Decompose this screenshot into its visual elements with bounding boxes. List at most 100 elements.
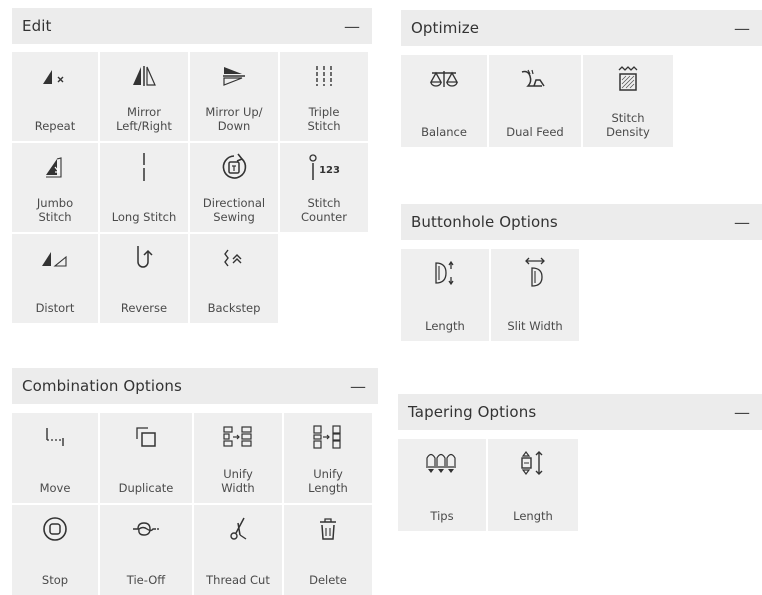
mirror-up-down-icon <box>223 67 245 86</box>
long-stitch-icon <box>143 153 145 181</box>
optimize-panel: Optimize — Balance Dual Feed Stitch Dens… <box>401 10 762 147</box>
stitch-counter-button[interactable]: 123 Stitch Counter <box>280 143 368 232</box>
tapering-collapse-button[interactable]: — <box>732 403 752 422</box>
tapering-length-button[interactable]: Length <box>488 439 578 531</box>
long-stitch-label: Long Stitch <box>111 210 177 224</box>
duplicate-button[interactable]: Duplicate <box>100 413 192 503</box>
repeat-label: Repeat <box>34 119 76 133</box>
distort-button[interactable]: Distort <box>12 234 98 323</box>
optimize-panel-title: Optimize <box>411 19 480 37</box>
repeat-button[interactable]: Repeat <box>12 52 98 141</box>
unify-width-label: Unify Width <box>221 467 255 495</box>
slit-width-button[interactable]: Slit Width <box>491 249 579 341</box>
balance-label: Balance <box>421 125 467 139</box>
stop-label: Stop <box>41 573 69 587</box>
combination-panel: Combination Options — Move Duplicate Uni… <box>12 368 378 595</box>
thread-cut-label: Thread Cut <box>206 573 270 587</box>
backstep-button[interactable]: Backstep <box>190 234 278 323</box>
stitch-density-label: Stitch Density <box>606 111 650 139</box>
directional-sewing-button[interactable]: Directional Sewing <box>190 143 278 232</box>
optimize-panel-header[interactable]: Optimize — <box>401 10 762 46</box>
mirror-left-right-label: Mirror Left/Right <box>116 105 172 133</box>
triple-stitch-button[interactable]: Triple Stitch <box>280 52 368 141</box>
reverse-icon <box>137 246 153 268</box>
mirror-up-down-button[interactable]: Mirror Up/ Down <box>190 52 278 141</box>
jumbo-stitch-button[interactable]: Jumbo Stitch <box>12 143 98 232</box>
unify-width-icon <box>223 426 252 447</box>
unify-length-icon <box>313 425 341 449</box>
unify-length-label: Unify Length <box>308 467 348 495</box>
tie-off-label: Tie-Off <box>126 573 166 587</box>
buttonhole-length-button[interactable]: Length <box>401 249 489 341</box>
tapering-length-icon <box>521 451 543 475</box>
jumbo-stitch-label: Jumbo Stitch <box>36 196 74 224</box>
reverse-label: Reverse <box>120 301 168 315</box>
stitch-density-button[interactable]: Stitch Density <box>583 55 673 147</box>
tips-button[interactable]: Tips <box>398 439 486 531</box>
tapering-panel: Tapering Options — Tips Length <box>398 394 762 531</box>
backstep-icon <box>224 249 242 267</box>
tapering-panel-header[interactable]: Tapering Options — <box>398 394 762 430</box>
buttonhole-length-label: Length <box>425 319 465 333</box>
stop-icon <box>43 517 67 541</box>
delete-label: Delete <box>309 573 347 587</box>
directional-sewing-icon <box>222 153 247 179</box>
move-icon <box>46 428 64 446</box>
buttonhole-panel-header[interactable]: Buttonhole Options — <box>401 204 762 240</box>
tie-off-button[interactable]: Tie-Off <box>100 505 192 595</box>
delete-button[interactable]: Delete <box>284 505 372 595</box>
slit-width-label: Slit Width <box>507 319 563 333</box>
combination-grid: Move Duplicate Unify Width Unify Length … <box>12 413 378 595</box>
buttonhole-length-icon <box>435 260 454 286</box>
combination-collapse-button[interactable]: — <box>348 377 368 396</box>
tapering-length-label: Length <box>513 509 553 523</box>
edit-panel-title: Edit <box>22 17 52 35</box>
repeat-icon <box>43 70 64 84</box>
buttonhole-grid: Length Slit Width <box>401 249 762 341</box>
distort-icon <box>42 252 67 267</box>
move-label: Move <box>39 481 71 495</box>
optimize-collapse-button[interactable]: — <box>732 19 752 38</box>
dual-feed-label: Dual Feed <box>506 125 564 139</box>
mirror-left-right-button[interactable]: Mirror Left/Right <box>100 52 188 141</box>
stitch-counter-icon-text: 123 <box>319 164 340 176</box>
optimize-grid: Balance Dual Feed Stitch Density <box>401 55 762 147</box>
mirror-left-right-icon <box>133 66 156 86</box>
unify-width-button[interactable]: Unify Width <box>194 413 282 503</box>
mirror-up-down-label: Mirror Up/ Down <box>205 105 263 133</box>
triple-stitch-icon <box>316 66 332 86</box>
stitch-counter-icon <box>309 154 317 180</box>
delete-icon <box>320 518 336 540</box>
move-button[interactable]: Move <box>12 413 98 503</box>
backstep-label: Backstep <box>207 301 261 315</box>
tie-off-icon <box>133 522 159 536</box>
edit-panel-header[interactable]: Edit — <box>12 8 372 44</box>
unify-length-button[interactable]: Unify Length <box>284 413 372 503</box>
tips-label: Tips <box>430 509 454 523</box>
stop-button[interactable]: Stop <box>12 505 98 595</box>
thread-cut-icon <box>230 517 247 540</box>
buttonhole-panel-title: Buttonhole Options <box>411 213 558 231</box>
dual-feed-icon <box>521 69 545 87</box>
edit-panel: Edit — Repeat Mirror Left/Right Mirror U… <box>12 8 372 323</box>
long-stitch-button[interactable]: Long Stitch <box>100 143 188 232</box>
dual-feed-button[interactable]: Dual Feed <box>489 55 581 147</box>
slit-width-icon <box>525 257 545 287</box>
tips-icon <box>426 453 456 473</box>
reverse-button[interactable]: Reverse <box>100 234 188 323</box>
buttonhole-collapse-button[interactable]: — <box>732 213 752 232</box>
edit-grid: Repeat Mirror Left/Right Mirror Up/ Down <box>12 52 372 323</box>
jumbo-stitch-icon <box>46 157 62 178</box>
balance-icon <box>429 71 459 87</box>
stitch-density-icon <box>618 66 638 91</box>
edit-collapse-button[interactable]: — <box>342 17 362 36</box>
buttonhole-panel: Buttonhole Options — Length Slit Width <box>401 204 762 341</box>
thread-cut-button[interactable]: Thread Cut <box>194 505 282 595</box>
combination-panel-header[interactable]: Combination Options — <box>12 368 378 404</box>
duplicate-icon <box>136 427 156 447</box>
balance-button[interactable]: Balance <box>401 55 487 147</box>
distort-label: Distort <box>35 301 75 315</box>
directional-sewing-label: Directional Sewing <box>202 196 266 224</box>
combination-panel-title: Combination Options <box>22 377 182 395</box>
tapering-grid: Tips Length <box>398 439 762 531</box>
